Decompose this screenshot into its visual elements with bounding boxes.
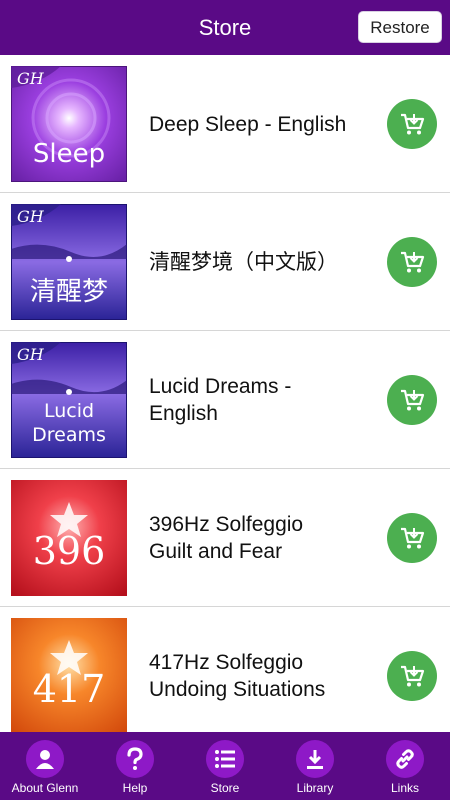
lucid-dreams-album-art: GH Lucid Dreams: [11, 342, 127, 458]
cart-download-icon: [401, 113, 425, 135]
tab-label: Links: [390, 781, 419, 795]
tab-label: Library: [296, 781, 334, 795]
lucid-dreams-chinese-album-art: GH 清醒梦: [11, 204, 127, 320]
list-item[interactable]: GH 清醒梦 清醒梦境（中文版）: [0, 193, 450, 331]
restore-button[interactable]: Restore: [358, 11, 442, 43]
tab-library[interactable]: Library: [270, 732, 360, 800]
tab-about-glenn[interactable]: About Glenn: [0, 732, 90, 800]
thumb-title: 清醒梦: [30, 277, 108, 307]
cart-download-icon: [401, 665, 425, 687]
thumb-title: Sleep: [33, 139, 105, 169]
add-to-cart-button[interactable]: [387, 99, 437, 149]
gh-logo: GH: [17, 69, 45, 88]
solfeggio-417-album-art: 417: [11, 618, 127, 732]
list-icon: [206, 740, 244, 778]
solfeggio-396-album-art: 396: [11, 480, 127, 596]
header-bar: Store Restore: [0, 0, 450, 55]
store-list[interactable]: GH Sleep Deep Sleep - English GH 清醒梦 清醒梦…: [0, 55, 450, 732]
cart-download-icon: [401, 251, 425, 273]
tab-label: Store: [210, 781, 240, 795]
list-item[interactable]: GH Lucid Dreams Lucid Dreams - English: [0, 331, 450, 469]
product-name: Deep Sleep - English: [149, 112, 347, 136]
product-name: 清醒梦境（中文版）: [149, 250, 338, 274]
tab-links[interactable]: Links: [360, 732, 450, 800]
gh-logo: GH: [17, 345, 45, 364]
list-item[interactable]: GH Sleep Deep Sleep - English: [0, 55, 450, 193]
add-to-cart-button[interactable]: [387, 237, 437, 287]
gh-logo: GH: [17, 207, 45, 226]
thumb-title: 417: [33, 667, 106, 711]
thumb-title: 396: [33, 529, 106, 573]
thumb-title-line1: Lucid: [44, 400, 94, 422]
product-name: 417Hz Solfeggio Undoing Situations: [149, 651, 326, 701]
cart-download-icon: [401, 527, 425, 549]
tab-label: Help: [122, 781, 148, 795]
person-icon: [26, 740, 64, 778]
question-icon: [116, 740, 154, 778]
thumb-title-line2: Dreams: [32, 424, 106, 446]
tab-help[interactable]: Help: [90, 732, 180, 800]
add-to-cart-button[interactable]: [387, 651, 437, 701]
product-name: 396Hz Solfeggio Guilt and Fear: [149, 513, 304, 563]
list-item[interactable]: 417 417Hz Solfeggio Undoing Situations: [0, 607, 450, 732]
bottom-tab-bar: About Glenn Help Store Library Links: [0, 732, 450, 800]
list-item[interactable]: 396 396Hz Solfeggio Guilt and Fear: [0, 469, 450, 607]
product-name: Lucid Dreams - English: [149, 375, 292, 425]
link-icon: [386, 740, 424, 778]
tab-store[interactable]: Store: [180, 732, 270, 800]
add-to-cart-button[interactable]: [387, 375, 437, 425]
cart-download-icon: [401, 389, 425, 411]
download-icon: [296, 740, 334, 778]
tab-label: About Glenn: [11, 781, 79, 795]
sleep-album-art: GH Sleep: [11, 66, 127, 182]
add-to-cart-button[interactable]: [387, 513, 437, 563]
